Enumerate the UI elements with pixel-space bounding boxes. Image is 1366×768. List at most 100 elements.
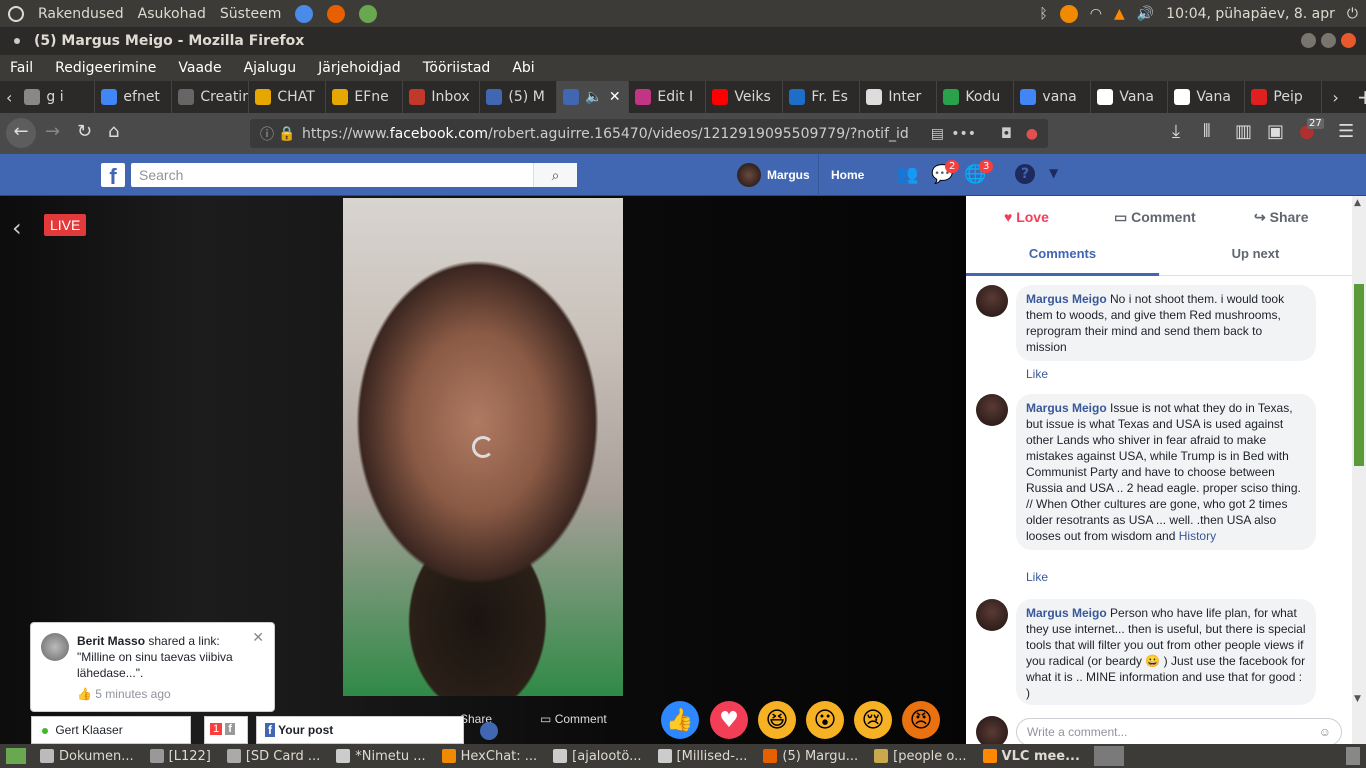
browser-tab[interactable]: EFne [326, 81, 404, 113]
menu-places[interactable]: Asukohad [138, 6, 206, 22]
tab-up-next[interactable]: Up next [1159, 236, 1352, 276]
browser-tab[interactable]: Edit I [629, 81, 707, 113]
firefox-launcher-icon[interactable] [327, 4, 346, 23]
browser-tab[interactable]: vana [1014, 81, 1092, 113]
scroll-up-icon[interactable]: ▲ [1354, 198, 1361, 208]
comment-avatar[interactable] [976, 394, 1008, 426]
volume-icon[interactable]: 🔊 [1137, 6, 1154, 22]
tabs-scroll-left-icon[interactable]: ‹ [0, 88, 18, 107]
taskbar-item[interactable]: HexChat: ... [434, 744, 546, 768]
browser-tab[interactable]: Vana [1168, 81, 1246, 113]
chrome-launcher-icon[interactable] [359, 4, 378, 23]
chat-globe-icon[interactable] [480, 722, 498, 740]
notification-popup[interactable]: ✕ Berit Masso shared a link: "Milline on… [30, 622, 275, 712]
reload-button[interactable]: ↻ [77, 121, 92, 142]
home-link[interactable]: Home [818, 154, 864, 196]
ubuntu-logo-icon[interactable] [8, 5, 24, 22]
reaction-haha-icon[interactable]: 😆 [758, 701, 796, 739]
screenshot-icon[interactable]: ▣ [1267, 121, 1284, 142]
comment-avatar[interactable] [976, 285, 1008, 317]
show-desktop-icon[interactable] [6, 748, 26, 764]
extension-icon[interactable]: ● [1026, 126, 1038, 142]
menu-system[interactable]: Süsteem [220, 6, 281, 22]
tab-audio-icon[interactable]: 🔈 [585, 89, 602, 105]
emoji-picker-icon[interactable]: ☺ [1319, 719, 1331, 745]
home-button[interactable]: ⌂ [108, 121, 119, 142]
taskbar-item[interactable]: (5) Margu... [755, 744, 866, 768]
comment-like-link[interactable]: Like [1026, 570, 1048, 584]
back-button[interactable]: ← [6, 118, 36, 148]
sidebar-icon[interactable]: ▥ [1235, 121, 1252, 142]
vlc-tray-icon[interactable]: ▲ [1114, 6, 1125, 22]
browser-tab[interactable]: 🔈 ✕ [557, 81, 630, 113]
browser-tab[interactable]: Inter [860, 81, 938, 113]
help-icon[interactable]: ? [1015, 164, 1035, 184]
menu-edit[interactable]: Redigeerimine [55, 60, 156, 76]
chat-tab-count[interactable]: 1 f [204, 716, 248, 744]
forward-button[interactable]: → [45, 121, 60, 142]
comment-hashtag-link[interactable]: History [1179, 529, 1216, 543]
browser-tab[interactable]: Vana [1091, 81, 1169, 113]
facebook-logo-icon[interactable]: f [101, 163, 125, 189]
menu-help[interactable]: Abi [512, 60, 534, 76]
comment-author[interactable]: Margus Meigo [1026, 401, 1107, 415]
browser-tab[interactable]: Kodu [937, 81, 1015, 113]
url-bar[interactable]: ⓘ 🔒 https://www. facebook.com/robert.agui… [250, 119, 1048, 148]
friend-requests-icon[interactable]: 👥 [896, 164, 918, 185]
comment-author[interactable]: Margus Meigo [1026, 292, 1107, 306]
hexchat-tray-icon[interactable] [1059, 4, 1078, 23]
pocket-icon[interactable]: ◘ [1001, 126, 1012, 142]
taskbar-item[interactable]: VLC mee... [975, 744, 1088, 768]
comment-author[interactable]: Margus Meigo [1026, 606, 1107, 620]
comment-button[interactable]: ▭ Comment [1114, 209, 1196, 226]
menu-applications[interactable]: Rakendused [38, 6, 124, 22]
browser-tab[interactable]: (5) M [480, 81, 558, 113]
taskbar-firefox-icon[interactable] [1093, 746, 1124, 766]
menu-file[interactable]: Fail [10, 60, 33, 76]
maximize-button[interactable] [1321, 33, 1336, 48]
notification-author[interactable]: Berit Masso [77, 634, 145, 648]
close-window-button[interactable] [1341, 33, 1356, 48]
tabs-scroll-right-icon[interactable]: › [1322, 88, 1348, 107]
library-icon[interactable]: ⫴ [1203, 121, 1211, 142]
account-dropdown-icon[interactable]: ▼ [1049, 166, 1058, 180]
browser-tab[interactable]: efnet [95, 81, 173, 113]
scrollbar-thumb[interactable] [1354, 284, 1364, 466]
comment-avatar[interactable] [976, 599, 1008, 631]
search-button[interactable]: ⌕ [533, 163, 577, 187]
reaction-sad-icon[interactable]: 😢 [854, 701, 892, 739]
comment-like-link[interactable]: Like [1026, 367, 1048, 381]
menu-tools[interactable]: Tööriistad [423, 60, 491, 76]
taskbar-item[interactable]: [SD Card ... [219, 744, 328, 768]
browser-tab[interactable]: Veiks [706, 81, 784, 113]
downloads-icon[interactable]: ⤓ [1172, 121, 1180, 142]
browser-tab[interactable]: Fr. Es [783, 81, 861, 113]
clock[interactable]: 10:04, pühapäev, 8. apr [1166, 6, 1335, 22]
tab-close-icon[interactable]: ✕ [609, 89, 621, 105]
chat-tab-your-post[interactable]: f Your post [256, 716, 464, 744]
hamburger-menu-icon[interactable]: ☰ [1338, 121, 1354, 142]
share-button[interactable]: ↪ Share [1254, 209, 1309, 226]
chromium-launcher-icon[interactable] [295, 4, 314, 23]
reader-view-icon[interactable]: ▤ [931, 126, 944, 142]
reaction-angry-icon[interactable]: 😠 [902, 701, 940, 739]
taskbar-item[interactable]: [L122] [142, 744, 219, 768]
trash-icon[interactable] [1346, 747, 1360, 765]
facebook-search-input[interactable]: Search ⌕ [131, 163, 577, 187]
taskbar-item[interactable]: [Millised-... [650, 744, 756, 768]
love-button[interactable]: ♥ Love [1004, 209, 1049, 225]
reaction-love-icon[interactable]: ♥ [710, 701, 748, 739]
write-comment-input[interactable]: Write a comment... ☺ [1016, 718, 1342, 746]
site-info-icon[interactable]: ⓘ [260, 124, 274, 144]
browser-tab[interactable]: Peip [1245, 81, 1323, 113]
comment-action[interactable]: ▭ Comment [540, 712, 607, 726]
reaction-like-icon[interactable]: 👍 [661, 701, 699, 739]
chat-tab-contact[interactable]: Gert Klaaser [31, 716, 191, 744]
panel-scrollbar[interactable]: ▲ ▼ [1352, 196, 1366, 744]
browser-tab[interactable]: g i [18, 81, 96, 113]
browser-tab[interactable]: CHAT [249, 81, 327, 113]
scroll-down-icon[interactable]: ▼ [1354, 694, 1361, 704]
menu-history[interactable]: Ajalugu [244, 60, 297, 76]
browser-tab[interactable]: Creating [172, 81, 250, 113]
bluetooth-icon[interactable]: ᛒ [1039, 6, 1047, 22]
